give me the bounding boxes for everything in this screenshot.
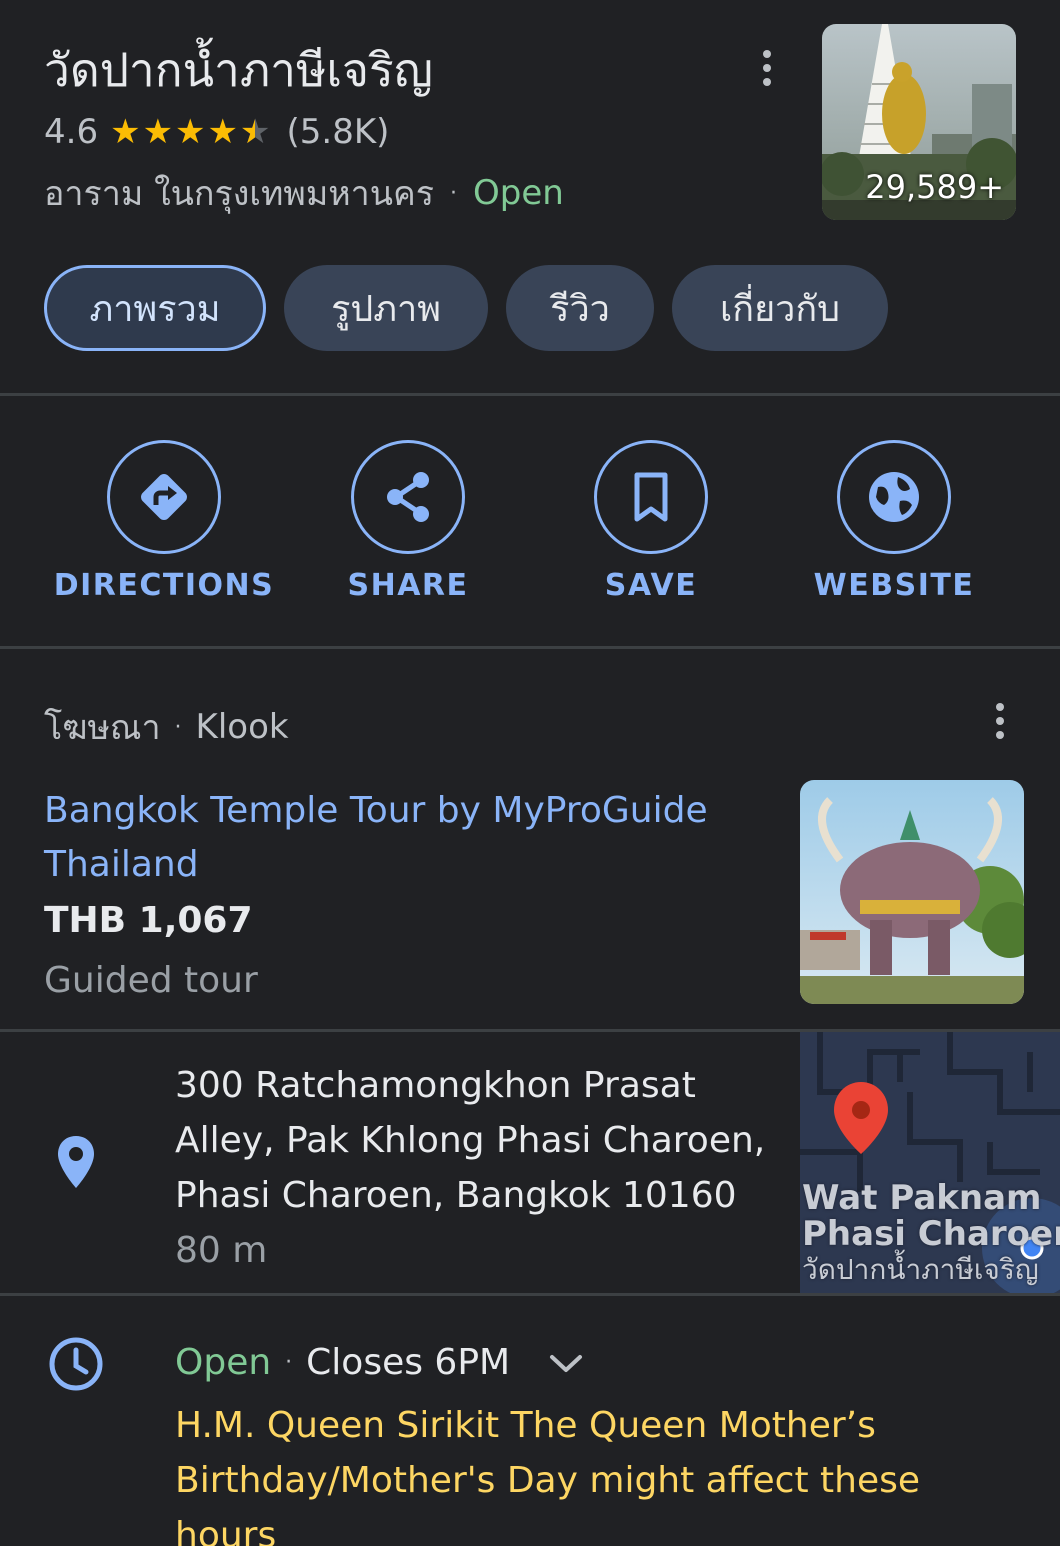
chevron-down-icon[interactable]	[548, 1351, 584, 1375]
place-category: อาราม ในกรุงเทพมหานคร	[44, 174, 434, 214]
distance: 80 m	[175, 1230, 268, 1271]
bookmark-icon	[594, 440, 708, 554]
ad-provider: Klook	[195, 707, 289, 747]
separator-dot: ·	[450, 180, 457, 206]
ad-type: Guided tour	[44, 960, 258, 1001]
tab-photos[interactable]: รูปภาพ	[284, 265, 488, 351]
ad-image[interactable]	[800, 780, 1024, 1004]
share-label: SHARE	[347, 568, 469, 603]
tab-about[interactable]: เกี่ยวกับ	[672, 265, 888, 351]
ad-price: THB 1,067	[44, 900, 253, 941]
website-button[interactable]: WEBSITE	[774, 440, 1014, 603]
elephant-statue-photo	[800, 780, 1024, 1004]
save-button[interactable]: SAVE	[531, 440, 771, 603]
map-label-line2: Phasi Charoen	[802, 1214, 1060, 1254]
holiday-hours-notice: H.M. Queen Sirikit The Queen Mother’s Bi…	[175, 1405, 921, 1546]
save-label: SAVE	[604, 568, 698, 603]
more-options-icon[interactable]	[762, 50, 772, 86]
separator-dot: ·	[285, 1350, 293, 1375]
map-place-label: Wat Paknam Phasi Charoen วัดปากน้ำภาษีเจ…	[802, 1180, 1060, 1288]
star-icon: ★	[175, 112, 206, 152]
section-divider	[0, 1293, 1060, 1296]
place-name: วัดปากน้ำภาษีเจริญ	[44, 43, 433, 97]
tab-overview[interactable]: ภาพรวม	[44, 265, 266, 351]
address-text: 300 Ratchamongkhon Prasat Alley, Pak Khl…	[175, 1065, 766, 1216]
address-block[interactable]: 300 Ratchamongkhon Prasat Alley, Pak Khl…	[175, 1058, 775, 1278]
directions-button[interactable]: DIRECTIONS	[44, 440, 284, 603]
review-count[interactable]: (5.8K)	[287, 112, 390, 152]
open-status: Open	[473, 173, 564, 213]
directions-label: DIRECTIONS	[53, 568, 275, 603]
half-star-icon: ★	[240, 115, 270, 149]
category-row: อาราม ในกรุงเทพมหานคร · Open	[44, 166, 564, 220]
map-label-line3: วัดปากน้ำภาษีเจริญ	[802, 1253, 1039, 1286]
clock-icon	[48, 1336, 104, 1396]
directions-icon	[107, 440, 221, 554]
tab-reviews[interactable]: รีวิว	[506, 265, 654, 351]
star-icon: ★	[110, 112, 141, 152]
map-preview[interactable]: Wat Paknam Phasi Charoen วัดปากน้ำภาษีเจ…	[800, 1032, 1060, 1294]
photo-count: 29,589+	[865, 168, 1004, 206]
rating-stars: ★ ★ ★ ★ ★	[110, 115, 272, 149]
map-label-line1: Wat Paknam	[802, 1178, 1042, 1218]
star-icon: ★	[207, 112, 239, 152]
place-photo-thumbnail[interactable]: 29,589+	[822, 24, 1016, 220]
hours-summary[interactable]: Open · Closes 6PM	[175, 1342, 584, 1383]
ad-header: โฆษณา · Klook	[44, 700, 289, 754]
location-pin-icon	[56, 1134, 96, 1194]
ad-title-link[interactable]: Bangkok Temple Tour by MyProGuide Thaila…	[44, 784, 764, 892]
share-icon	[351, 440, 465, 554]
globe-icon	[837, 440, 951, 554]
rating-row[interactable]: 4.6 ★ ★ ★ ★ ★ (5.8K)	[44, 112, 389, 152]
closing-time: Closes 6PM	[306, 1342, 511, 1383]
section-divider	[0, 646, 1060, 649]
section-divider	[0, 393, 1060, 396]
tab-bar: ภาพรวม รูปภาพ รีวิว เกี่ยวกับ	[44, 265, 888, 351]
share-button[interactable]: SHARE	[288, 440, 528, 603]
hours-open-status: Open	[175, 1342, 272, 1383]
star-icon: ★	[142, 112, 174, 152]
website-label: WEBSITE	[813, 568, 975, 603]
ad-more-options-icon[interactable]	[995, 703, 1005, 739]
separator-dot: ·	[174, 714, 182, 740]
ad-tag: โฆษณา	[44, 708, 161, 748]
rating-value: 4.6	[44, 112, 99, 152]
